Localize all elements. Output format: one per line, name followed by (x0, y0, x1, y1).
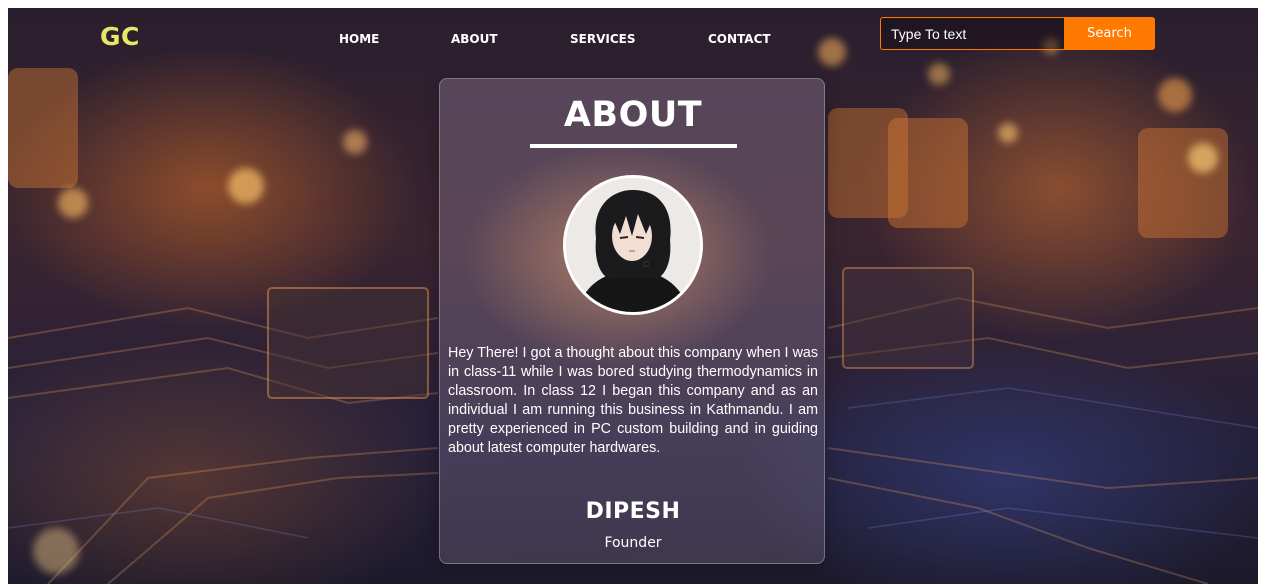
title-underline (530, 144, 737, 148)
bokeh-light (228, 168, 264, 204)
brand-logo[interactable]: GC (100, 22, 140, 51)
bokeh-light (58, 188, 88, 218)
search-input[interactable] (880, 17, 1064, 50)
founder-bio: Hey There! I got a thought about this co… (448, 345, 818, 456)
bokeh-light (1158, 78, 1192, 112)
bokeh-light (928, 63, 950, 85)
bokeh-light (33, 528, 79, 574)
founder-name: DIPESH (585, 499, 681, 524)
nav-item-home[interactable]: HOME (339, 32, 379, 46)
about-card: ABOUT Hey There! I got a thought about t… (439, 78, 825, 564)
avatar-illustration-icon (566, 178, 700, 312)
bokeh-light (998, 123, 1018, 143)
nav-item-services[interactable]: SERVICES (570, 32, 635, 46)
page-background: GC HOME ABOUT SERVICES CONTACT Search AB… (8, 8, 1258, 584)
bokeh-light (343, 130, 367, 154)
search-button[interactable]: Search (1064, 17, 1155, 50)
founder-avatar (563, 175, 703, 315)
bokeh-light (818, 38, 846, 66)
nav-item-contact[interactable]: CONTACT (708, 32, 771, 46)
founder-role: Founder (604, 535, 662, 551)
about-title: ABOUT (563, 95, 703, 135)
nav-item-about[interactable]: ABOUT (451, 32, 498, 46)
bokeh-light (1188, 143, 1218, 173)
